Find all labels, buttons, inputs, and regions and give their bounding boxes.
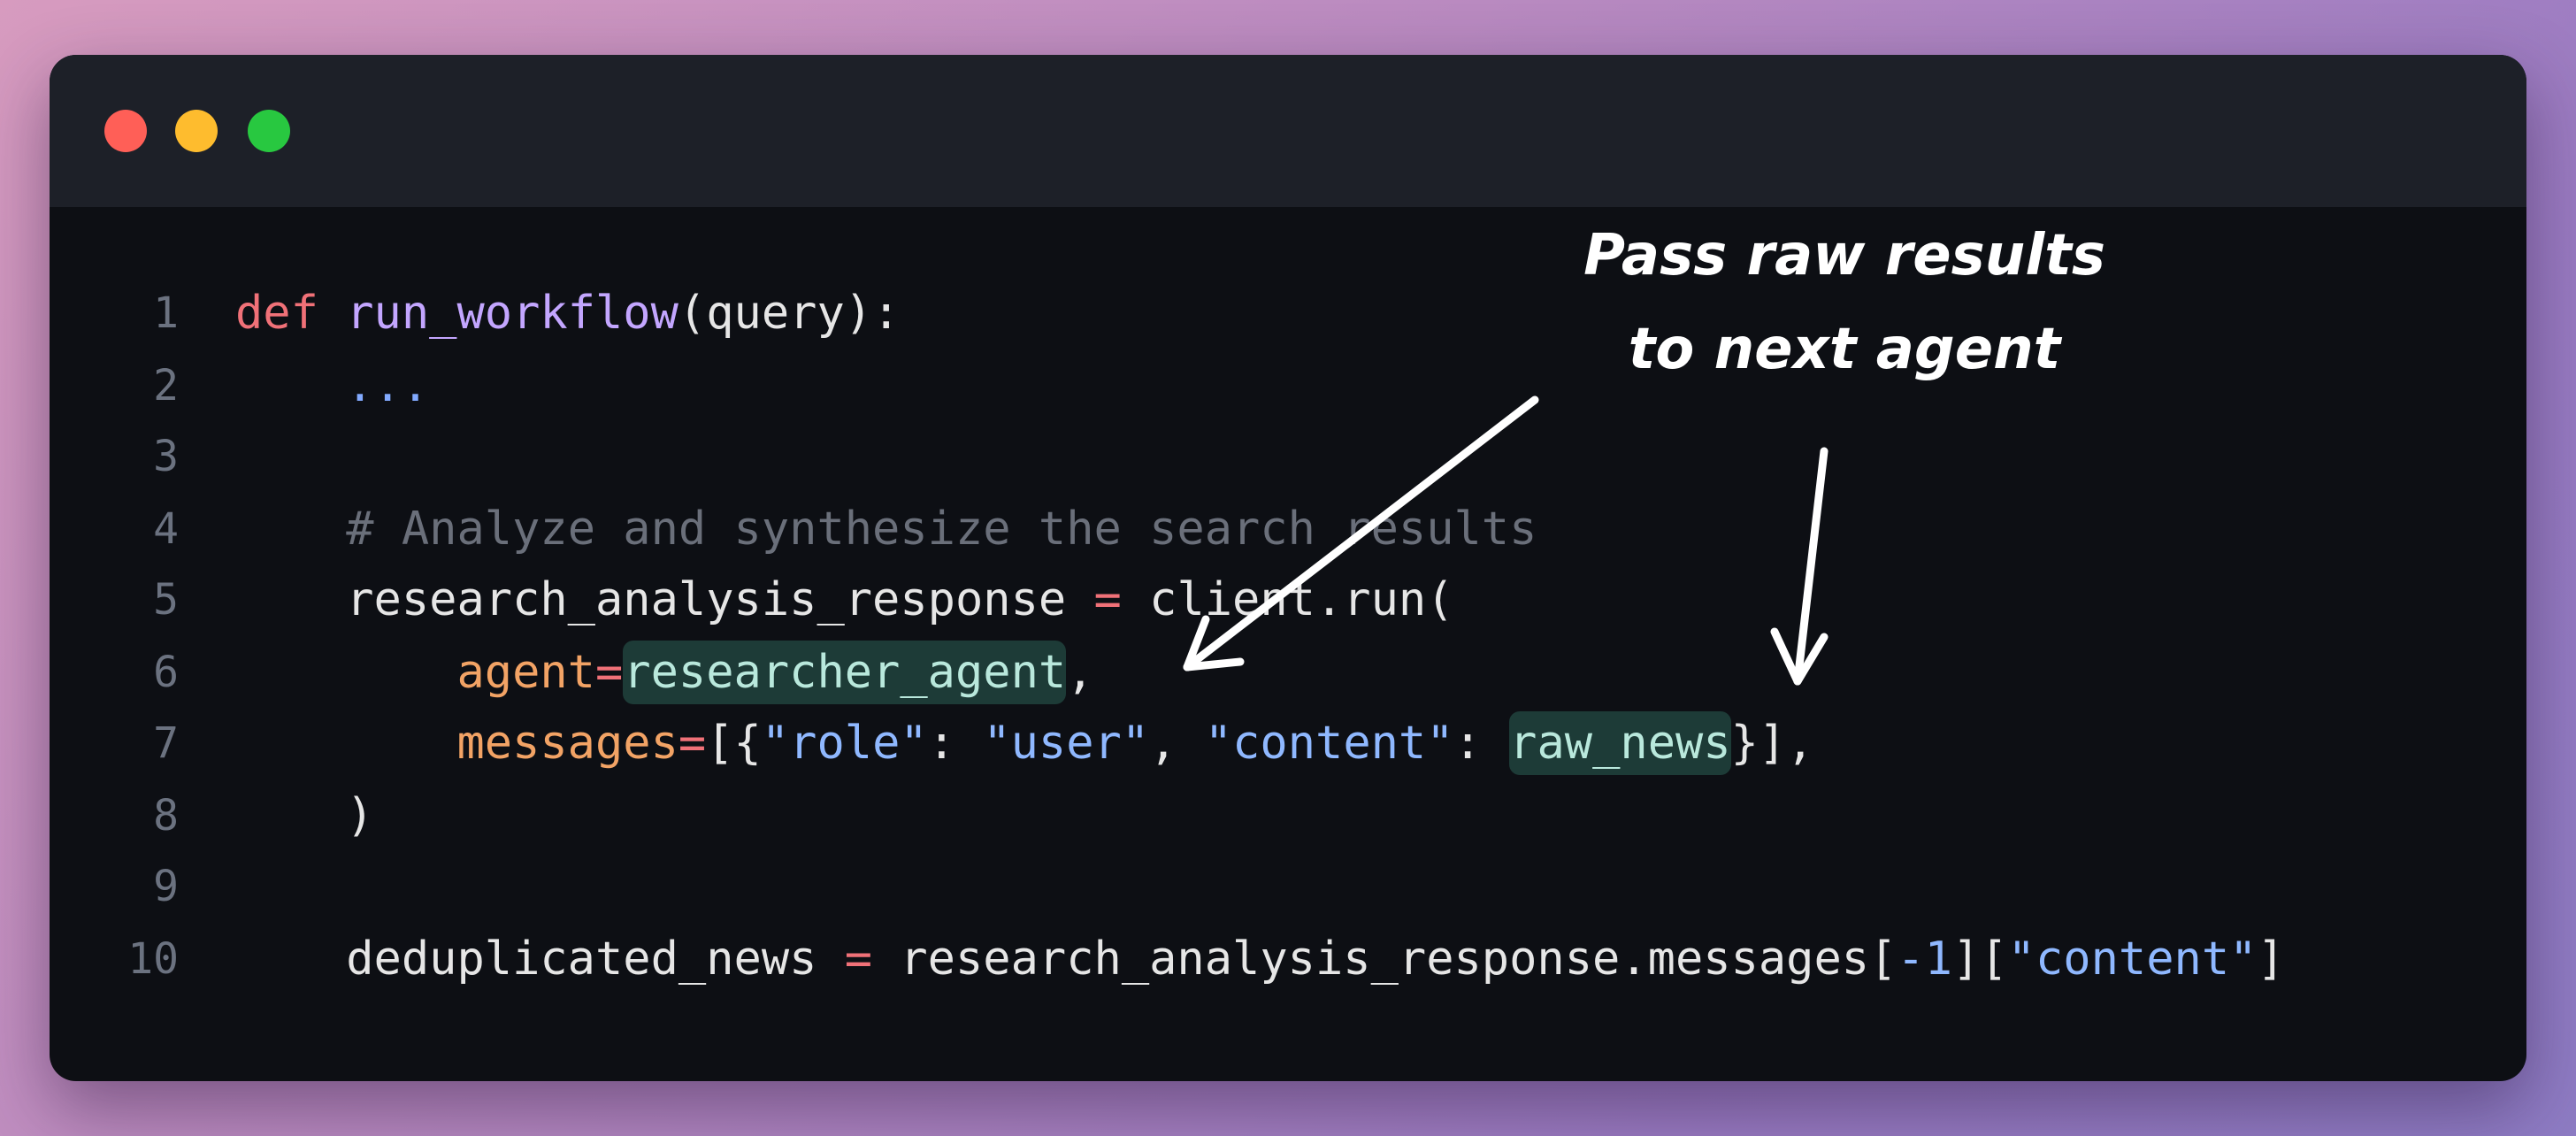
code-text: ... xyxy=(235,350,429,421)
code-token: research_analysis_response.messages[ xyxy=(872,933,1898,986)
code-token: def xyxy=(235,287,318,340)
code-token: ][ xyxy=(1952,933,2008,986)
code-line: 7 messages=[{"role": "user", "content": … xyxy=(50,708,2526,779)
code-token: "role" xyxy=(761,717,928,770)
code-text: agent=researcher_agent, xyxy=(235,637,1094,708)
line-number: 4 xyxy=(153,504,179,554)
code-token: [{ xyxy=(706,717,762,770)
code-token: (query): xyxy=(678,287,901,340)
line-number: 9 xyxy=(153,862,179,911)
code-text: # Analyze and synthesize the search resu… xyxy=(235,494,1537,564)
code-token: : xyxy=(1453,717,1510,770)
line-number: 1 xyxy=(153,288,179,338)
code-token: ] xyxy=(2257,933,2285,986)
line-number: 7 xyxy=(153,718,179,768)
code-line: 10 deduplicated_news = research_analysis… xyxy=(50,924,2526,994)
code-line: 6 agent=researcher_agent, xyxy=(50,637,2526,708)
window-titlebar xyxy=(50,55,2526,207)
annotation-line-1: Pass raw results xyxy=(1583,223,2105,288)
code-line: 8 ) xyxy=(50,780,2526,851)
code-token: "content" xyxy=(1204,717,1454,770)
code-token: # Analyze and synthesize the search resu… xyxy=(346,503,1537,556)
code-token: research_analysis_response xyxy=(235,573,1094,626)
code-token: messages xyxy=(456,717,678,770)
maximize-dot-icon[interactable] xyxy=(248,110,290,152)
code-text: def run_workflow(query): xyxy=(235,278,900,349)
code-token: "user" xyxy=(983,717,1150,770)
highlighted-token: raw_news xyxy=(1509,711,1731,775)
code-text: ) xyxy=(235,780,374,851)
minimize-dot-icon[interactable] xyxy=(175,110,218,152)
line-number: 2 xyxy=(153,361,179,411)
line-number: 8 xyxy=(153,791,179,840)
line-number: 6 xyxy=(153,648,179,697)
code-text: deduplicated_news = research_analysis_re… xyxy=(235,924,2285,994)
code-token: = xyxy=(844,933,873,986)
code-token: = xyxy=(595,646,624,699)
code-line: 9 xyxy=(50,851,2526,922)
code-token: }], xyxy=(1730,717,1814,770)
code-token: = xyxy=(678,717,707,770)
code-token: , xyxy=(1066,646,1094,699)
code-token: : xyxy=(927,717,984,770)
code-text: research_analysis_response = client.run( xyxy=(235,564,1454,635)
code-text: messages=[{"role": "user", "content": ra… xyxy=(235,708,1814,779)
highlighted-token: researcher_agent xyxy=(623,641,1067,704)
annotation-line-2: to next agent xyxy=(1628,317,2061,382)
code-token: client.run( xyxy=(1121,573,1454,626)
code-token: run_workflow xyxy=(346,287,678,340)
code-token: agent xyxy=(456,646,595,699)
code-token: ) xyxy=(235,789,374,842)
code-token: -1 xyxy=(1897,933,1953,986)
code-token: = xyxy=(1093,573,1122,626)
line-number: 10 xyxy=(127,934,179,984)
close-dot-icon[interactable] xyxy=(104,110,147,152)
code-line: 3 xyxy=(50,421,2526,492)
code-token: "content" xyxy=(2007,933,2258,986)
code-token: deduplicated_news xyxy=(235,933,845,986)
line-number: 5 xyxy=(153,575,179,625)
code-token: , xyxy=(1149,717,1205,770)
code-token: ... xyxy=(346,359,430,412)
annotation-callout: Pass raw results to next agent xyxy=(1433,209,2256,396)
line-number: 3 xyxy=(153,432,179,481)
code-line: 5 research_analysis_response = client.ru… xyxy=(50,564,2526,635)
code-line: 4 # Analyze and synthesize the search re… xyxy=(50,494,2526,564)
